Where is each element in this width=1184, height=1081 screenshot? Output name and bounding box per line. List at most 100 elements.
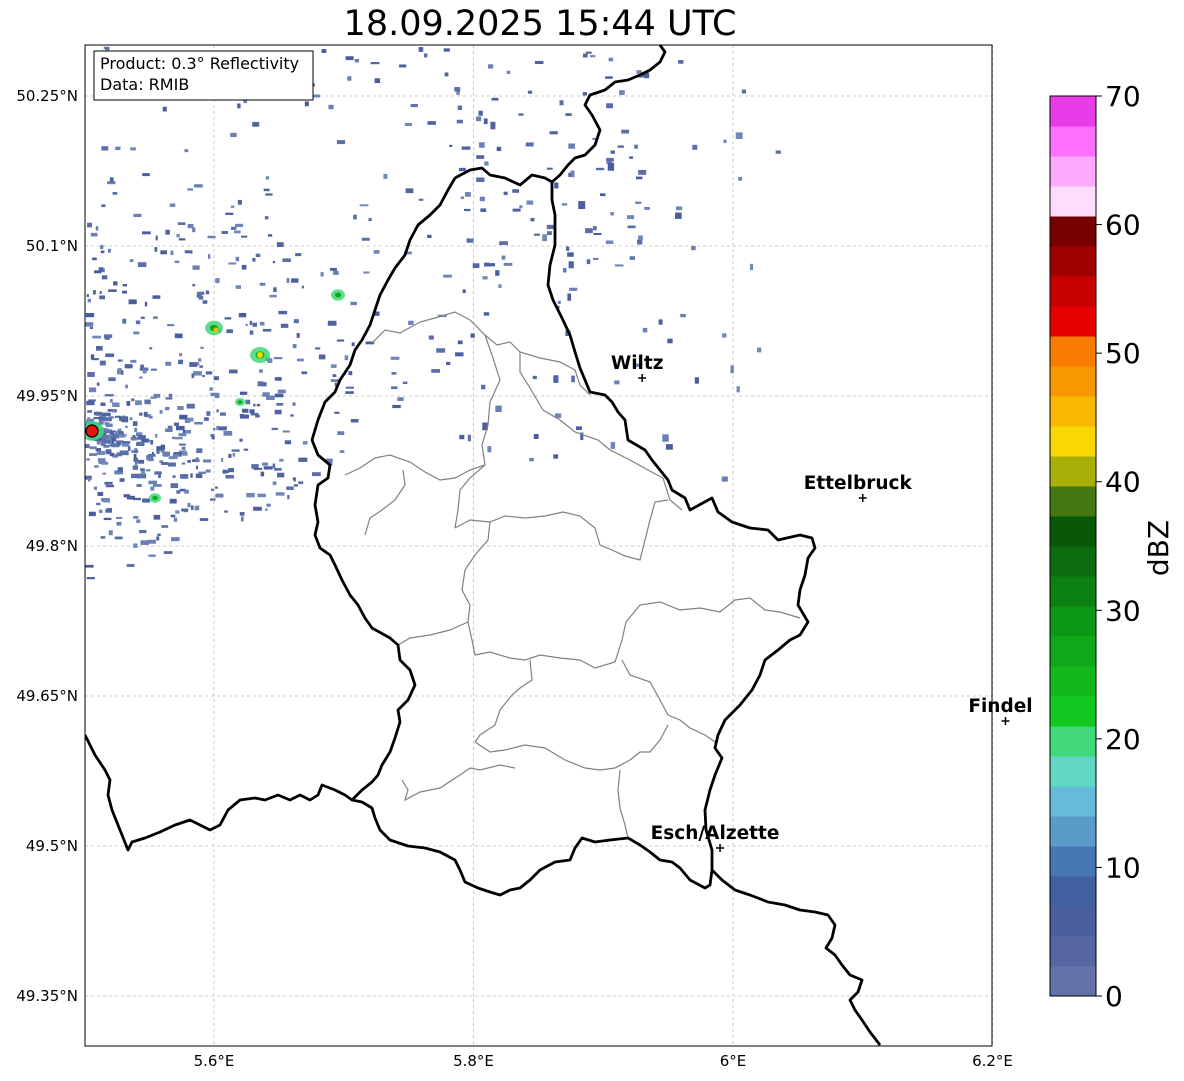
echo-cell — [610, 441, 616, 449]
echo-cell — [276, 402, 284, 406]
echo-cell — [235, 256, 240, 262]
echo-cell — [196, 448, 203, 453]
echo-cell — [290, 414, 294, 417]
echo-cell — [144, 301, 148, 307]
echo-cell — [292, 402, 296, 406]
echo-cell — [557, 300, 561, 304]
colorbar-segment — [1050, 366, 1096, 397]
echo-cell — [274, 409, 282, 415]
echo-cell — [192, 265, 200, 270]
echo-cell — [150, 396, 157, 399]
echo-cell — [194, 421, 203, 425]
echo-cell — [109, 398, 113, 403]
colorbar-segment — [1050, 336, 1096, 367]
echo-cell — [629, 256, 635, 260]
echo-cell — [86, 458, 90, 461]
echo-cell — [295, 253, 302, 257]
echo-cell — [178, 443, 186, 446]
echo-cell — [345, 386, 354, 389]
echo-cell — [137, 435, 146, 439]
echo-cell — [397, 397, 404, 401]
echo-cell — [738, 176, 743, 181]
echo-cell — [106, 508, 112, 513]
echo-cell — [141, 438, 150, 443]
echo-cell — [749, 263, 754, 271]
echo-cell — [262, 328, 272, 332]
echo-cell — [230, 226, 237, 230]
echo-cell — [567, 293, 572, 301]
echo-cell — [167, 324, 175, 327]
echo-cell — [264, 508, 268, 511]
echo-cell — [501, 255, 506, 260]
echo-cell — [171, 537, 180, 542]
echo-cell — [214, 486, 218, 489]
echo-cell — [135, 320, 141, 325]
echo-cell — [252, 322, 257, 327]
echo-cell — [627, 225, 636, 229]
echo-cell — [123, 494, 131, 498]
colorbar-segment — [1050, 216, 1096, 247]
echo-cell — [675, 212, 682, 219]
echo-cell — [255, 253, 261, 258]
echo-cell — [122, 318, 127, 324]
echo-cell — [99, 291, 102, 294]
echo-cell — [119, 478, 125, 482]
echo-cell — [475, 116, 482, 122]
echo-cell — [273, 357, 283, 360]
echo-cell — [89, 446, 97, 450]
echo-cell — [178, 359, 184, 365]
echo-cell — [321, 49, 327, 53]
echo-cell — [562, 267, 567, 273]
echo-cell — [101, 412, 111, 417]
echo-cell — [155, 433, 158, 438]
echo-cell — [235, 285, 241, 289]
echo-cell — [87, 222, 93, 228]
echo-cell — [287, 494, 290, 500]
echo-cell — [449, 144, 453, 147]
echo-cell — [241, 235, 248, 238]
lat-tick-label: 50.25°N — [16, 87, 78, 105]
echo-cell — [213, 427, 216, 431]
echo-cell — [312, 94, 320, 98]
echo-cell — [126, 564, 135, 567]
colorbar-segment — [1050, 246, 1096, 277]
echo-cell — [404, 123, 412, 127]
colorbar-segment — [1050, 696, 1096, 727]
echo-cell — [100, 419, 104, 422]
echo-cell — [104, 481, 113, 485]
echo-cell — [153, 514, 161, 520]
echo-cell — [182, 429, 185, 434]
echo-cell — [691, 245, 696, 251]
echo-cell — [172, 436, 175, 440]
colorbar-tick-label: 40 — [1105, 466, 1141, 499]
echo-cell — [467, 238, 474, 243]
echo-cell — [140, 364, 144, 368]
echo-cell — [232, 453, 236, 457]
echo-cell — [301, 371, 308, 375]
echo-cell — [278, 310, 288, 315]
echo-cell — [272, 481, 277, 486]
echo-cell — [480, 208, 487, 212]
echo-cell — [92, 257, 97, 261]
echo-cell — [105, 484, 115, 488]
echo-cell — [136, 442, 145, 447]
echo-cell — [336, 339, 345, 342]
longitude-tick-labels: 5.6°E5.8°E6°E6.2°E6.4°E6.6°E — [194, 1052, 1013, 1070]
echo-cell — [418, 198, 424, 201]
echo-cell — [228, 468, 235, 473]
city-label: Ettelbruck — [804, 473, 913, 494]
echo-cell — [499, 241, 508, 246]
echo-cell — [345, 391, 354, 394]
echo-cell — [108, 289, 117, 292]
radar-map-figure: 5.6°E5.8°E6°E6.2°E6.4°E6.6°E 50.25°N50.1… — [16, 44, 1175, 1070]
lat-tick-label: 49.8°N — [26, 537, 78, 555]
echo-cell — [637, 239, 643, 245]
colorbar-segment — [1050, 606, 1096, 637]
echo-cell — [626, 215, 635, 220]
radar-site-marker — [85, 424, 99, 438]
echo-cell — [262, 392, 270, 397]
echo-cell — [147, 539, 156, 544]
echo-cell — [296, 358, 304, 362]
echo-cell — [147, 458, 154, 462]
echo-cell — [122, 283, 127, 287]
